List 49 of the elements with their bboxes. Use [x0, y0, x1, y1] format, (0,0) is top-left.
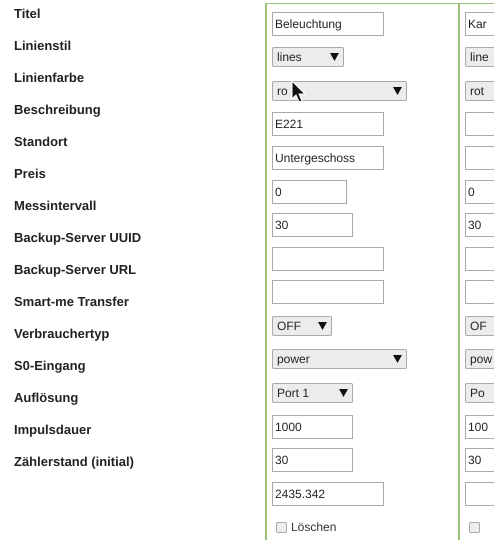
cursor-icon [291, 80, 307, 104]
text-field[interactable]: 0 [272, 180, 347, 204]
field-label: Linienfarbe [14, 69, 84, 88]
dropdown[interactable]: OFF [272, 316, 332, 336]
field-label: Titel [14, 5, 40, 24]
caret-icon [318, 322, 327, 330]
field-label: Backup-Server UUID [14, 229, 142, 248]
field-label: Verbrauchertyp [14, 325, 110, 344]
caret-icon [393, 355, 402, 364]
field-label: Messintervall [14, 197, 96, 216]
text-field[interactable]: Beleuchtung [272, 12, 384, 36]
field-label: Linienstil [14, 37, 72, 56]
text-field[interactable]: 30 [465, 448, 494, 472]
checkbox-label: Löschen [291, 519, 336, 536]
field-label: S0-Eingang [14, 357, 86, 376]
checkbox[interactable] [276, 522, 287, 533]
dropdown[interactable]: Port 1 [272, 382, 353, 403]
field-label: Standort [14, 133, 68, 152]
field-label: Impulsdauer [14, 421, 92, 440]
text-field[interactable]: 1000 [272, 414, 353, 439]
dropdown[interactable]: pow [465, 349, 494, 370]
text-field[interactable] [272, 280, 384, 304]
checkbox[interactable] [469, 522, 480, 533]
field-label: Preis [14, 165, 46, 184]
field-label: Auflösung [14, 389, 78, 408]
field-label: Beschreibung [14, 101, 101, 120]
text-field[interactable]: 30 [465, 213, 494, 238]
text-field[interactable] [272, 246, 384, 271]
text-field[interactable]: 2435.342 [272, 482, 384, 506]
text-field[interactable]: E221 [272, 112, 384, 136]
text-field[interactable]: 30 [272, 448, 353, 472]
text-field[interactable]: 30 [272, 213, 353, 238]
dropdown[interactable]: ro [272, 80, 407, 101]
dropdown[interactable]: lines [272, 47, 344, 68]
dropdown[interactable]: line [465, 47, 494, 68]
text-field[interactable]: Untergeschoss [272, 146, 384, 170]
dropdown[interactable]: power [272, 349, 407, 370]
caret-icon [393, 86, 402, 95]
field-label: Backup-Server URL [14, 261, 136, 280]
field-label: Smart-me Transfer [14, 293, 129, 312]
text-field[interactable]: Kar [465, 12, 494, 36]
text-field[interactable]: 0 [465, 180, 494, 204]
caret-icon [330, 53, 339, 62]
dropdown[interactable]: Po [465, 382, 494, 403]
dropdown[interactable]: rot [465, 80, 494, 101]
field-label: Zählerstand (initial) [14, 453, 134, 472]
text-field[interactable]: 100 [465, 414, 494, 439]
dropdown[interactable]: OF [465, 316, 494, 336]
caret-icon [339, 388, 348, 397]
